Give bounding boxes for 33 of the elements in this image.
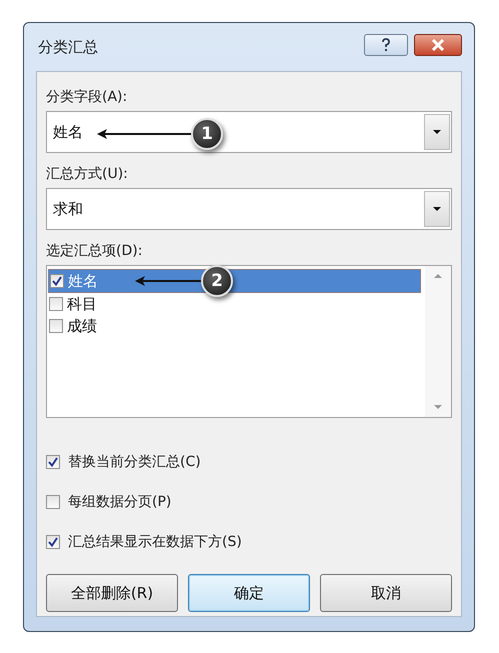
dropdown-field[interactable]: 求和: [46, 188, 452, 230]
close-button[interactable]: [414, 34, 462, 56]
checkbox-label: 汇总结果显示在数据下方(S): [68, 533, 242, 551]
checkbox[interactable]: [46, 495, 60, 509]
checkbox[interactable]: [46, 455, 60, 469]
dropdown-button[interactable]: [424, 191, 450, 227]
callout-arrow: [135, 275, 203, 287]
caret-icon: [433, 130, 441, 134]
checkbox[interactable]: [50, 274, 64, 288]
dialog-button[interactable]: 取消: [320, 574, 452, 612]
dropdown-field[interactable]: 姓名 1: [46, 111, 452, 153]
checkbox[interactable]: [49, 297, 63, 311]
list-item[interactable]: 成绩: [48, 315, 425, 337]
checkbox-label: 每组数据分页(P): [68, 493, 172, 511]
help-button[interactable]: [364, 34, 408, 56]
help-icon: [381, 38, 391, 52]
checkbox[interactable]: [46, 535, 60, 549]
field-label: 分类字段(A):: [46, 88, 128, 106]
callout-marker: 1: [191, 118, 223, 150]
scrollbar[interactable]: [425, 266, 451, 417]
scroll-up-icon: [434, 274, 442, 278]
checkbox-label: 替换当前分类汇总(C): [68, 453, 201, 471]
close-icon: [431, 39, 445, 51]
dialog-button[interactable]: 确定: [188, 574, 310, 612]
window-title: 分类汇总: [37, 38, 98, 56]
checkbox[interactable]: [49, 319, 63, 333]
list-label: 选定汇总项(D):: [46, 242, 144, 260]
callout-marker: 2: [201, 265, 233, 297]
scroll-down-icon: [434, 405, 442, 409]
dialog-button[interactable]: 全部删除(R): [46, 574, 178, 612]
field-label: 汇总方式(U):: [46, 165, 129, 183]
dropdown-button[interactable]: [424, 114, 450, 150]
caret-icon: [433, 207, 441, 211]
